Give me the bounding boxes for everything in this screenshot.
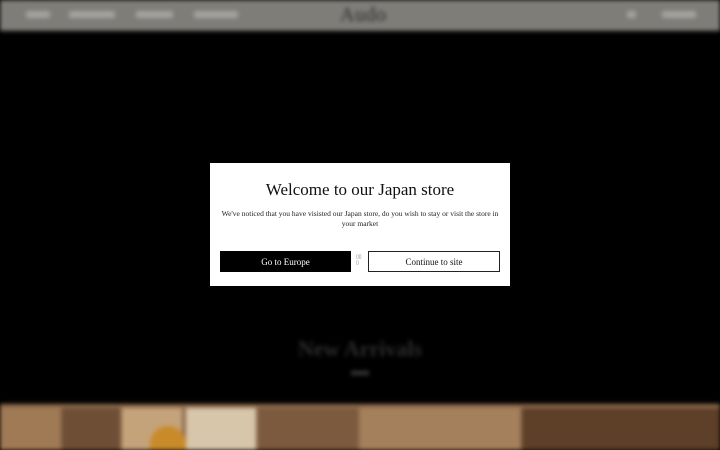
market-selector[interactable] xyxy=(662,11,696,18)
store-redirect-modal: Welcome to our Japan store We've noticed… xyxy=(210,163,510,286)
nav-item-1[interactable] xyxy=(26,11,50,18)
hero-link[interactable] xyxy=(351,371,369,375)
product-image[interactable] xyxy=(258,408,358,450)
product-image[interactable] xyxy=(0,408,60,450)
product-image[interactable] xyxy=(186,408,256,450)
product-image[interactable] xyxy=(62,408,120,450)
broken-image-icon: ▯▯ ▯ xyxy=(356,254,362,266)
product-image-strip xyxy=(0,404,720,450)
site-header: Audo xyxy=(0,0,720,31)
product-image[interactable] xyxy=(360,408,520,450)
continue-to-site-button[interactable]: Continue to site xyxy=(368,251,500,272)
nav-item-2[interactable] xyxy=(69,11,115,18)
search-icon[interactable] xyxy=(627,11,636,18)
modal-message: We've noticed that you have visisted our… xyxy=(221,209,499,228)
nav-item-3[interactable] xyxy=(136,11,173,18)
go-to-europe-button[interactable]: Go to Europe xyxy=(220,251,351,272)
modal-title: Welcome to our Japan store xyxy=(265,180,455,199)
hero-title: New Arrivals xyxy=(297,336,423,361)
nav-item-4[interactable] xyxy=(194,11,238,18)
product-image[interactable] xyxy=(522,408,720,450)
brand-logo[interactable]: Audo xyxy=(340,4,386,27)
